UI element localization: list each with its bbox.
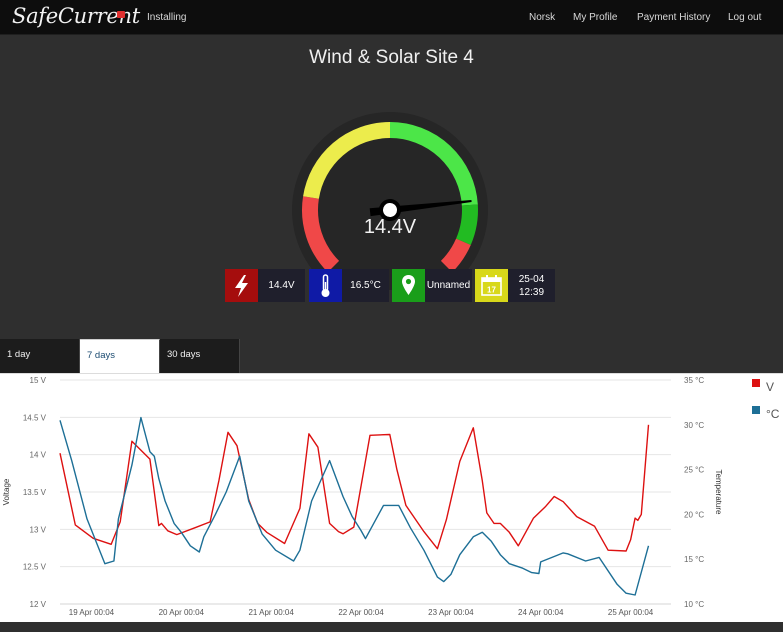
footer-strip bbox=[0, 622, 783, 632]
lightning-icon bbox=[225, 269, 258, 302]
calendar-icon: 17 bbox=[475, 269, 508, 302]
stat-date: 25-04 bbox=[518, 273, 545, 285]
y2-tick-label: 30 °C bbox=[684, 421, 704, 430]
y-tick-label: 13 V bbox=[30, 525, 47, 534]
y2-tick-label: 35 °C bbox=[684, 376, 704, 385]
x-tick-label: 22 Apr 00:04 bbox=[338, 608, 384, 617]
history-chart: 12 V 12.5 V 13 V 13.5 V 14 V 14.5 V 15 V 10 °C 1… bbox=[2, 376, 780, 617]
legend-swatch-v bbox=[752, 379, 760, 387]
map-pin-icon bbox=[392, 269, 425, 302]
stat-temperature: 16.5°C bbox=[309, 269, 389, 302]
gauge-arc-high-dark bbox=[455, 204, 478, 245]
stat-timestamp-value: 25-04 12:39 bbox=[508, 269, 555, 302]
y2-tick-label: 10 °C bbox=[684, 600, 704, 609]
y2-tick-label: 20 °C bbox=[684, 510, 704, 519]
y-axis-label: Voltage bbox=[2, 478, 11, 505]
nav-link-language[interactable]: Norsk bbox=[529, 12, 555, 23]
stat-voltage: 14.4V bbox=[225, 269, 305, 302]
site-status-panel: Wind & Solar Site 4 14.4V 14.4V 16.5°C U… bbox=[0, 35, 783, 339]
chart-ticks: 12 V 12.5 V 13 V 13.5 V 14 V 14.5 V 15 V 10 °C 1… bbox=[23, 376, 704, 617]
page-title: Wind & Solar Site 4 bbox=[309, 47, 474, 68]
y-tick-label: 14.5 V bbox=[23, 413, 47, 422]
tab-7-days[interactable]: 7 days bbox=[80, 339, 160, 373]
tab-30-days[interactable]: 30 days bbox=[160, 339, 240, 373]
legend-swatch-temp bbox=[752, 406, 760, 414]
brand-flag-icon bbox=[117, 11, 125, 18]
top-navbar: SafeCurrent Installing Norsk My Profile … bbox=[0, 0, 783, 35]
stat-time: 12:39 bbox=[518, 286, 545, 298]
svg-text:17: 17 bbox=[487, 286, 496, 295]
y2-axis-label: Temperature bbox=[714, 470, 723, 515]
chart-legend[interactable]: V °C bbox=[752, 379, 780, 421]
nav-link-payment-history[interactable]: Payment History bbox=[637, 12, 710, 23]
x-tick-label: 21 Apr 00:04 bbox=[248, 608, 294, 617]
chart-series bbox=[59, 416, 650, 596]
nav-link-profile[interactable]: My Profile bbox=[573, 12, 617, 23]
y-tick-label: 13.5 V bbox=[23, 488, 47, 497]
stat-temperature-value: 16.5°C bbox=[342, 269, 389, 302]
history-chart-panel: 12 V 12.5 V 13 V 13.5 V 14 V 14.5 V 15 V 10 °C 1… bbox=[0, 373, 783, 622]
y-tick-label: 12.5 V bbox=[23, 563, 47, 572]
y-tick-label: 15 V bbox=[30, 376, 47, 385]
nav-link-installing[interactable]: Installing bbox=[147, 12, 186, 23]
x-tick-label: 23 Apr 00:04 bbox=[428, 608, 474, 617]
x-tick-label: 24 Apr 00:04 bbox=[518, 608, 564, 617]
thermometer-icon bbox=[309, 269, 342, 302]
legend-label-temp: °C bbox=[766, 407, 780, 421]
chart-grid bbox=[60, 379, 671, 605]
range-tabs: 1 day 7 days 30 days bbox=[0, 339, 783, 373]
y-tick-label: 14 V bbox=[30, 451, 47, 460]
legend-label-v: V bbox=[766, 380, 774, 394]
voltage-gauge bbox=[292, 112, 488, 290]
stat-timestamp: 17 25-04 12:39 bbox=[475, 269, 555, 302]
stat-location-value: Unnamed bbox=[425, 269, 472, 302]
nav-link-logout[interactable]: Log out bbox=[728, 12, 761, 23]
tab-1-day[interactable]: 1 day bbox=[0, 339, 80, 373]
y-tick-label: 12 V bbox=[30, 600, 47, 609]
stat-voltage-value: 14.4V bbox=[258, 269, 305, 302]
x-tick-label: 20 Apr 00:04 bbox=[159, 608, 205, 617]
temperature-series-line bbox=[59, 416, 650, 596]
x-tick-label: 25 Apr 00:04 bbox=[608, 608, 654, 617]
x-tick-label: 19 Apr 00:04 bbox=[69, 608, 115, 617]
y2-tick-label: 25 °C bbox=[684, 466, 704, 475]
gauge-reading: 14.4V bbox=[363, 216, 417, 238]
y2-tick-label: 15 °C bbox=[684, 555, 704, 564]
stat-location[interactable]: Unnamed bbox=[392, 269, 472, 302]
